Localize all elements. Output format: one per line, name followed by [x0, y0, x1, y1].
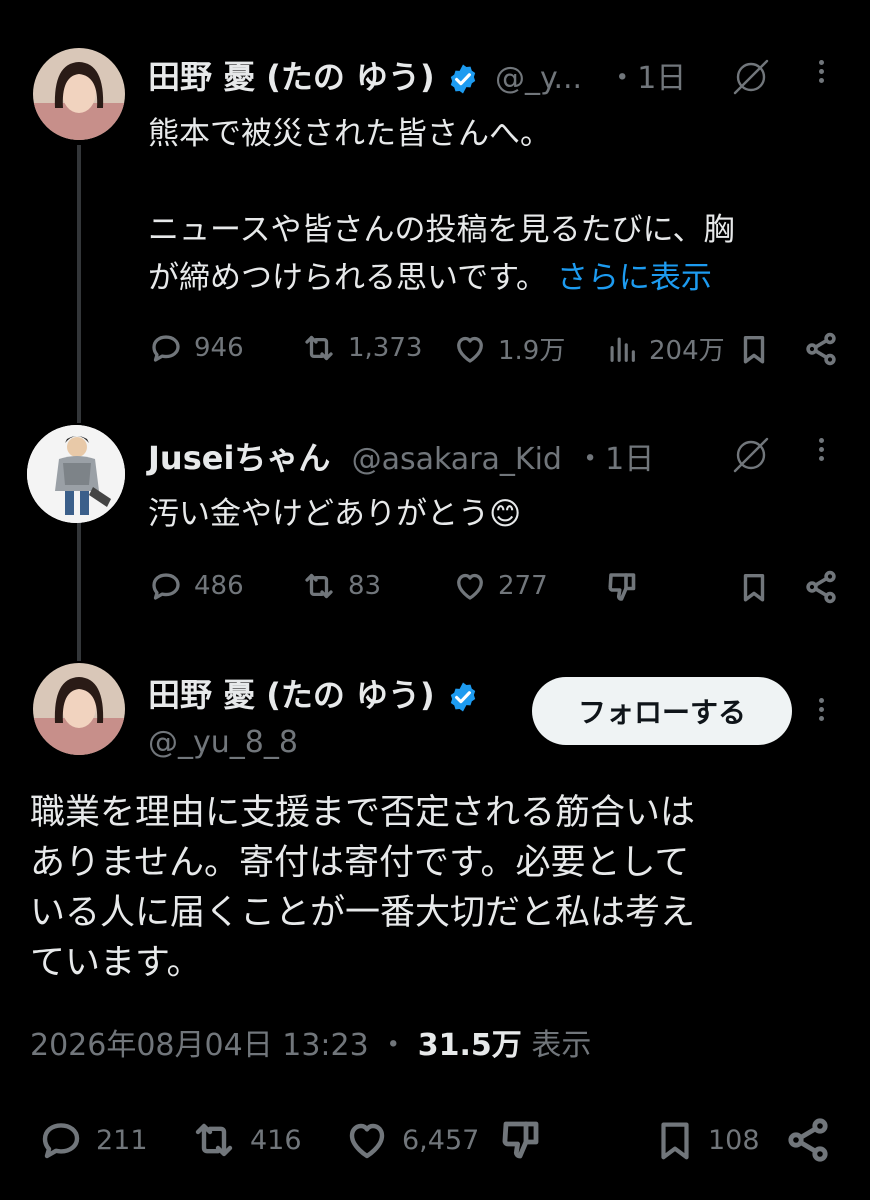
share-icon [806, 570, 836, 604]
tweet-time[interactable]: ・1日 [575, 442, 654, 477]
views-icon [610, 337, 635, 362]
views-count[interactable]: 31.5万 [418, 1028, 522, 1063]
follow-button[interactable]: フォローする [532, 677, 792, 745]
tweet-text: 汚い金やけどありがとう😊 [148, 496, 522, 532]
author-handle[interactable]: @asakara_Kid [352, 442, 562, 477]
grok-icon[interactable] [730, 434, 772, 480]
more-icon[interactable] [814, 56, 828, 87]
share-button[interactable] [783, 1116, 833, 1168]
share-icon [806, 332, 836, 366]
verified-badge-icon [450, 64, 476, 94]
views-label: 表示 [531, 1028, 592, 1063]
tweet-timestamp[interactable]: 2026年08月04日 13:23 [30, 1028, 369, 1063]
repost-count: 416 [250, 1124, 302, 1156]
more-icon[interactable] [814, 434, 828, 465]
bookmark-button[interactable] [737, 569, 771, 609]
like-button[interactable]: 6,457 [342, 1116, 479, 1164]
reply-button[interactable]: 946 [148, 330, 244, 366]
dislike-icon [608, 573, 636, 601]
author-handle[interactable]: @_y... [495, 61, 582, 96]
bookmark-icon [743, 573, 765, 602]
repost-count: 83 [348, 571, 382, 601]
share-button[interactable] [803, 331, 839, 371]
reply-icon [42, 1123, 80, 1159]
avatar-jusei[interactable] [27, 425, 125, 523]
share-icon [788, 1118, 828, 1162]
reply-count: 211 [96, 1124, 148, 1156]
thread-line-2 [77, 523, 81, 661]
bookmark-button[interactable]: 108 [652, 1116, 760, 1164]
author-name[interactable]: Juseiちゃん [148, 439, 330, 477]
reply-button[interactable]: 211 [36, 1116, 148, 1164]
repost-button[interactable]: 1,373 [300, 330, 422, 366]
repost-count: 1,373 [348, 333, 423, 363]
repost-button[interactable]: 416 [188, 1116, 302, 1164]
dislike-icon [502, 1121, 539, 1159]
author-name[interactable]: 田野 憂 (たの ゆう) [148, 58, 435, 96]
grok-icon[interactable] [730, 56, 772, 102]
avatar-tano-yu[interactable] [33, 663, 125, 755]
repost-icon [195, 1123, 233, 1157]
like-icon [349, 1123, 385, 1159]
views-count: 204万 [649, 336, 725, 366]
repost-icon [305, 335, 333, 361]
reply-icon [152, 573, 180, 600]
like-count: 277 [498, 571, 548, 601]
meta-separator: ・ [378, 1028, 409, 1063]
thread-line-1 [77, 145, 81, 423]
bookmark-count: 108 [708, 1124, 760, 1156]
tweet-text: 職業を理由に支援まで否定される筋合いは ありません。寄付は寄付です。必要として … [30, 793, 696, 983]
dislike-button[interactable] [605, 569, 641, 609]
tweet-time[interactable]: ・1日 [607, 61, 686, 96]
repost-button[interactable]: 83 [300, 568, 381, 604]
reply-count: 486 [194, 571, 244, 601]
show-more-link[interactable]: さらに表示 [557, 260, 712, 296]
like-count: 1.9万 [498, 336, 566, 366]
tweet-text: 熊本で被災された皆さんへ。 ニュースや皆さんの投稿を見るたびに、胸 が締めつけら… [148, 116, 735, 296]
like-count: 6,457 [402, 1124, 480, 1156]
reply-icon [152, 335, 180, 362]
reply-count: 946 [194, 333, 244, 363]
verified-badge-icon [450, 682, 476, 712]
like-button[interactable]: 1.9万 [452, 330, 565, 367]
author-name[interactable]: 田野 憂 (たの ゆう) [148, 676, 435, 714]
bookmark-icon [661, 1122, 689, 1160]
repost-icon [305, 573, 333, 599]
more-icon[interactable] [814, 694, 828, 725]
views-button[interactable]: 204万 [605, 330, 725, 367]
author-handle[interactable]: @_yu_8_8 [148, 725, 298, 760]
reply-button[interactable]: 486 [148, 568, 244, 604]
tweet-meta: 2026年08月04日 13:23 ・ 31.5万 表示 [30, 1020, 591, 1064]
like-button[interactable]: 277 [452, 568, 548, 604]
avatar-tano-yu[interactable] [33, 48, 125, 140]
share-button[interactable] [803, 569, 839, 609]
like-icon [457, 573, 483, 600]
bookmark-button[interactable] [737, 331, 771, 371]
bookmark-icon [743, 335, 765, 364]
like-icon [457, 336, 483, 363]
dislike-button[interactable] [497, 1116, 547, 1168]
